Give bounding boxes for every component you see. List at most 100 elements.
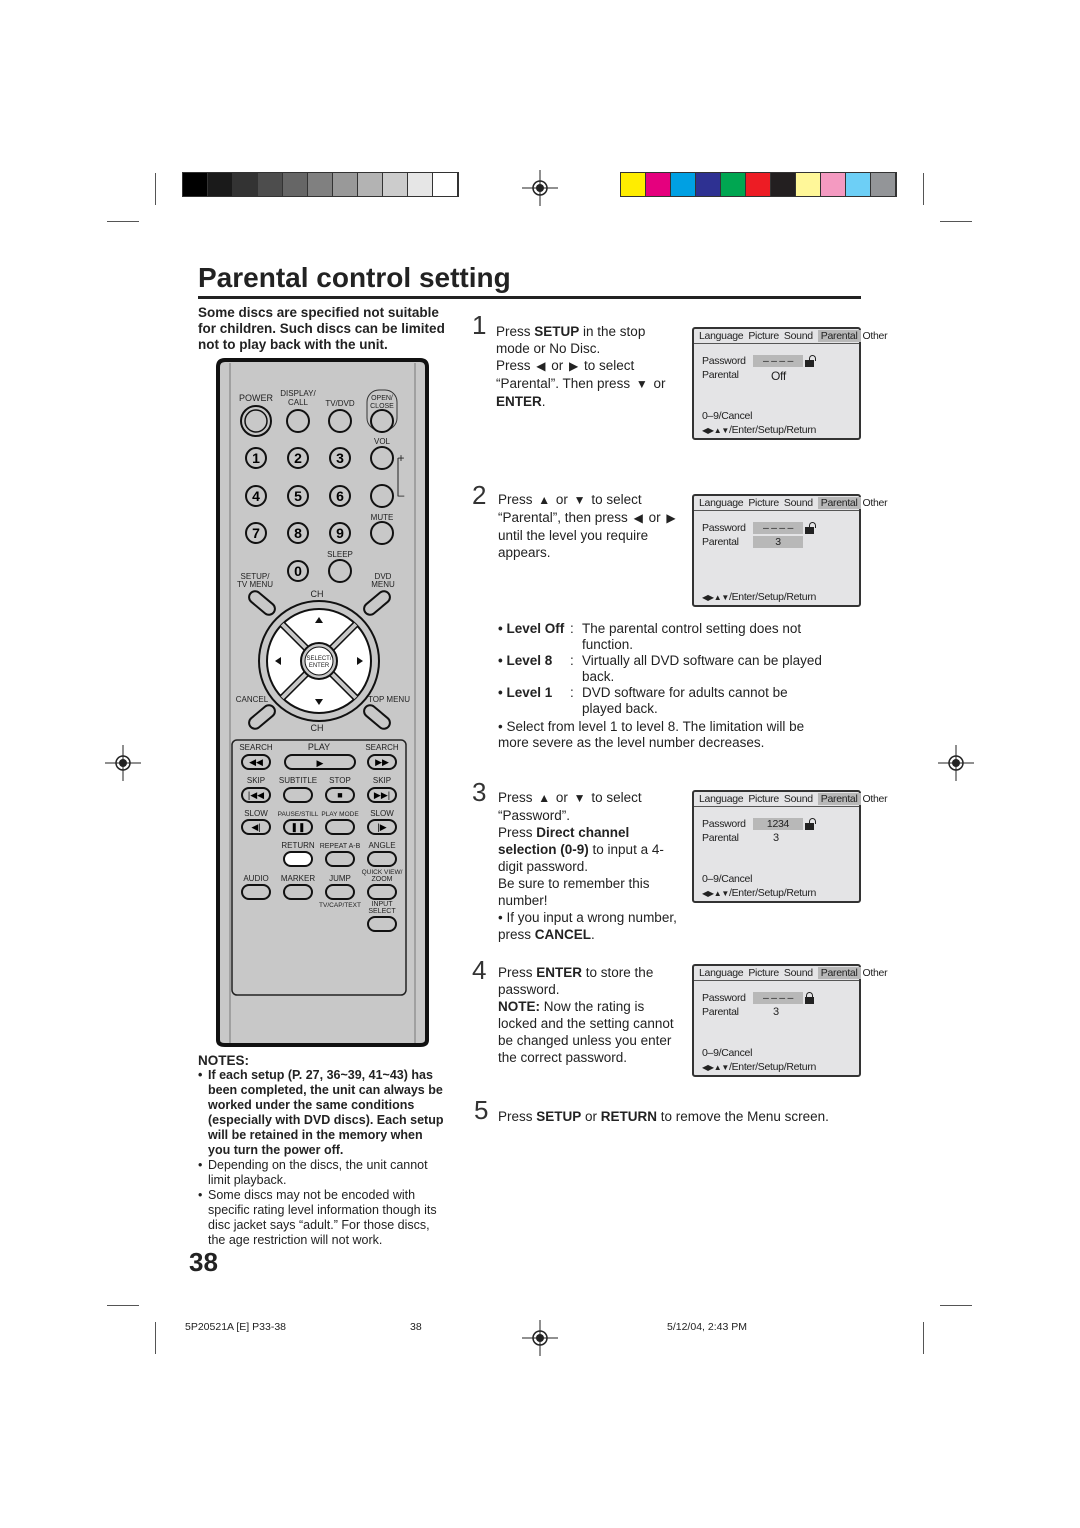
remote-label: SEARCH <box>365 743 399 752</box>
step-text-segment: Press <box>496 358 535 373</box>
setup-menu-screen: Language Picture Sound Parental Other Passwor… <box>692 964 888 1077</box>
password-label: Password <box>702 355 746 367</box>
crop-mark <box>155 1322 156 1354</box>
slow-back-icon: ◀| <box>251 822 260 832</box>
colon: : <box>570 685 574 700</box>
input-select-button[interactable] <box>367 916 397 932</box>
angle-button[interactable] <box>367 851 397 867</box>
remote-label: QUICK VIEW/ <box>362 869 403 876</box>
repeat-ab-button[interactable] <box>325 851 355 867</box>
note-item: Depending on the discs, the unit cannot … <box>198 1158 448 1188</box>
crop-mark <box>107 1305 139 1306</box>
level-descriptions: • Level Off: The parental control setting… <box>498 621 828 751</box>
password-field: 1234 <box>753 818 803 830</box>
remote-label: ANGLE <box>368 841 395 850</box>
menu-tab: Parental <box>817 967 861 979</box>
jump-button[interactable] <box>325 884 355 900</box>
setup-menu-screen: Language Picture Sound Parental Other Passwor… <box>692 327 888 440</box>
parental-value: 3 <box>753 536 803 548</box>
mute-button[interactable] <box>370 521 394 545</box>
skip-forward-icon: ▶▶| <box>374 790 390 800</box>
arrow-down-icon: ▼ <box>573 493 586 507</box>
menu-tab: Sound <box>783 967 813 979</box>
remote-label: TV MENU <box>237 580 273 589</box>
note-item: If each setup (P. 27, 36~39, 41~43) has … <box>198 1068 448 1158</box>
remote-label: SLOW <box>370 809 394 818</box>
level-key: • Level 8 <box>498 653 553 668</box>
hint-navigation: /Enter/Setup/Return <box>728 887 817 899</box>
setup-menu-screen: Language Picture Sound Parental Other Passwor… <box>692 790 888 903</box>
marker-button[interactable] <box>283 884 313 900</box>
menu-tab: Other <box>862 330 888 342</box>
step-1-text: Press SETUP in the stop mode or No Disc.… <box>496 323 676 410</box>
remote-label: DISPLAY/ <box>280 389 316 398</box>
tv-dvd-button[interactable] <box>328 409 352 433</box>
audio-button[interactable] <box>241 884 271 900</box>
quick-view-zoom-button[interactable] <box>367 884 397 900</box>
colon: : <box>570 653 574 668</box>
remote-label: VOL <box>374 437 391 446</box>
sleep-button[interactable] <box>328 559 352 583</box>
remote-label: INPUT <box>372 901 394 908</box>
arrow-left-icon: ◀ <box>536 359 546 373</box>
hint-navigation: /Enter/Setup/Return <box>728 591 817 603</box>
setup-menu-screen: Language Picture Sound Parental Other Passwor… <box>692 494 888 607</box>
menu-tabs: Language Picture Sound Parental Other <box>694 792 888 807</box>
digit-label: 6 <box>336 488 344 504</box>
skip-back-icon: |◀◀ <box>248 790 264 800</box>
step-text-segment: Press <box>498 790 537 805</box>
menu-tab: Language <box>699 793 744 805</box>
color-swatch <box>721 173 746 196</box>
remote-label: SLOW <box>244 809 268 818</box>
lock-closed-icon <box>805 992 814 1004</box>
parental-value: 3 <box>773 832 779 844</box>
password-field: – – – – <box>753 522 803 534</box>
vol-down-button[interactable] <box>370 484 394 508</box>
hint-navigation: /Enter/Setup/Return <box>728 424 817 436</box>
color-swatch <box>821 173 846 196</box>
level-key: • Level Off <box>498 621 565 636</box>
open-close-button[interactable] <box>370 409 394 433</box>
remote-label: AUDIO <box>243 874 268 883</box>
lock-open-icon <box>805 522 816 534</box>
step-4-text: Press ENTER to store the password. NOTE: … <box>498 964 678 1066</box>
menu-tab: Picture <box>748 793 779 805</box>
menu-tabs: Language Picture Sound Parental Other <box>694 966 888 981</box>
parental-value: Off <box>771 369 786 383</box>
remote-label: TOP MENU <box>368 695 410 704</box>
password-label: Password <box>702 522 746 534</box>
crop-mark <box>923 1322 924 1354</box>
play-icon: ▶ <box>317 758 324 768</box>
color-swatch <box>846 173 871 196</box>
hint-navigation: /Enter/Setup/Return <box>728 1061 817 1073</box>
step-number: 3 <box>472 777 487 807</box>
level-desc: Virtually all DVD software can be played… <box>582 653 822 684</box>
remote-label: CH <box>311 589 324 599</box>
step-text-segment: RETURN <box>600 1109 658 1124</box>
password-label: Password <box>702 818 746 830</box>
vol-up-button[interactable] <box>370 446 394 470</box>
play-mode-button[interactable] <box>325 819 355 835</box>
level-desc: The parental control setting does not fu… <box>582 621 802 652</box>
color-swatch <box>233 173 258 196</box>
subtitle-button[interactable] <box>283 787 313 803</box>
remote-label: SKIP <box>247 776 265 785</box>
hint-cancel: 0–9/Cancel <box>702 410 753 422</box>
level-item: • Level 8: Virtually all DVD software can… <box>498 653 828 685</box>
step-text-segment: SETUP <box>534 324 580 339</box>
colon: : <box>570 621 574 636</box>
step-text-segment: Press <box>498 492 537 507</box>
color-swatch <box>283 173 308 196</box>
remote-label: PLAY <box>308 742 330 752</box>
menu-tab: Picture <box>748 967 779 979</box>
remote-label: POWER <box>239 393 274 403</box>
parental-label: Parental <box>702 1006 739 1018</box>
display-call-button[interactable] <box>286 409 310 433</box>
color-swatch <box>646 173 671 196</box>
notes-title: NOTES: <box>198 1053 250 1068</box>
remote-label: REPEAT A-B <box>320 843 361 850</box>
digit-label: 0 <box>294 563 302 579</box>
parental-label: Parental <box>702 832 739 844</box>
arrow-keys-icon: ◀▶▲▼ <box>702 593 729 602</box>
return-button[interactable] <box>283 851 313 867</box>
